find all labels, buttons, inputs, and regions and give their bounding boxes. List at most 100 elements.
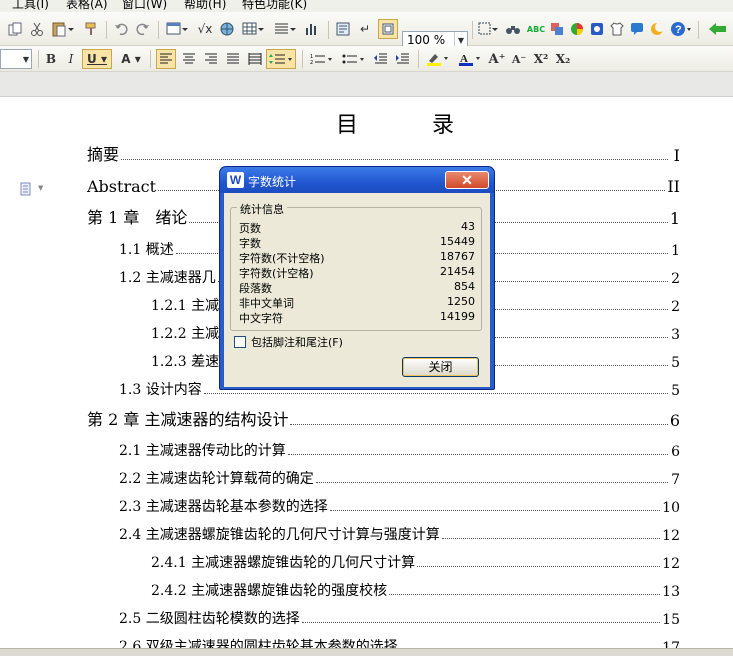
distribute-icon[interactable] [246, 49, 264, 69]
align-center-icon[interactable] [180, 49, 198, 69]
toc-page-number: 1 [669, 209, 680, 228]
stat-value: 1250 [447, 295, 475, 308]
numbering-icon[interactable]: 12 [308, 49, 336, 69]
translate-icon[interactable] [548, 19, 566, 39]
menu-help[interactable]: 帮助(H) [184, 0, 226, 12]
subscript-icon[interactable]: X₂ [554, 49, 572, 69]
show-marks-icon[interactable]: ↵ [356, 19, 374, 39]
toc-entry-text: 2.4.1 主减速器螺旋锥齿轮的几何尺寸计算 [151, 555, 416, 571]
stat-value: 854 [454, 280, 475, 293]
underline-icon[interactable]: U ▾ [82, 49, 112, 69]
undo-icon[interactable] [112, 19, 130, 39]
menu-tools[interactable]: 工具(I) [12, 0, 49, 12]
include-footnotes-option[interactable]: 包括脚注和尾注(F) [234, 335, 343, 349]
toc-entry-text: 1.2.3 差速 [151, 354, 220, 370]
copy-icon[interactable] [6, 19, 24, 39]
toc-page-number: I [673, 146, 680, 165]
stat-row: 字符数(不计空格) 18767 [239, 250, 475, 265]
back-arrow-icon[interactable] [706, 19, 730, 39]
stat-value: 14199 [440, 310, 475, 323]
status-bar [0, 648, 733, 656]
toc-entry[interactable]: 摘要 I [87, 143, 680, 165]
separator [328, 21, 329, 39]
document-icon[interactable] [20, 182, 32, 196]
close-button[interactable]: 关闭 [402, 357, 479, 377]
stat-label: 中文字符 [239, 312, 283, 325]
toc-leader-dots [315, 482, 668, 483]
stat-label: 非中文单词 [239, 297, 294, 310]
toc-entry[interactable]: 2.1 主减速器传动比的计算 6 [119, 438, 680, 460]
select-objects-icon[interactable] [476, 19, 500, 39]
superscript-icon[interactable]: X² [532, 49, 550, 69]
align-right-icon[interactable] [202, 49, 220, 69]
increase-indent-icon[interactable] [394, 49, 412, 69]
table-grid-icon[interactable] [240, 19, 266, 39]
toc-leader-dots [301, 622, 661, 623]
toc-page-number: 12 [662, 556, 680, 572]
redo-icon[interactable] [134, 19, 152, 39]
toc-entry[interactable]: 2.3 主减速器齿轮基本参数的选择 10 [119, 494, 680, 516]
svg-text:?: ? [675, 24, 682, 36]
toc-page-number: 5 [671, 383, 680, 399]
menu-table[interactable]: 表格(A) [66, 0, 108, 12]
line-spacing-icon[interactable] [266, 49, 296, 69]
stat-value: 43 [461, 220, 475, 233]
toc-entry-text: 1.3 设计内容 [119, 382, 202, 398]
spellcheck-icon[interactable]: ABC [526, 19, 546, 39]
menu-window[interactable]: 窗口(W) [122, 0, 167, 12]
toc-page-number: 15 [662, 612, 680, 628]
shrink-font-icon[interactable]: A⁻ [510, 49, 528, 69]
moon-icon[interactable] [648, 19, 666, 39]
highlight-icon[interactable] [424, 49, 452, 69]
toc-page-number: 12 [662, 528, 680, 544]
toc-entry[interactable]: 2.4.1 主减速器螺旋锥齿轮的几何尺寸计算 12 [151, 550, 680, 572]
char-shading-icon[interactable]: A ▾ [116, 49, 146, 69]
help-icon[interactable]: ? [668, 19, 694, 39]
toc-entry[interactable]: 2.4 主减速器螺旋锥齿轮的几何尺寸计算与强度计算 12 [119, 522, 680, 544]
menu-special[interactable]: 特色功能(K) [242, 0, 307, 12]
dialog-titlebar[interactable]: W 字数统计 ✕ [220, 167, 494, 193]
chevron-down-icon[interactable]: ▼ [38, 184, 43, 192]
pdf-icon[interactable] [588, 19, 606, 39]
decrease-indent-icon[interactable] [372, 49, 390, 69]
italic-icon[interactable]: I [62, 49, 80, 69]
justify-icon[interactable] [224, 49, 242, 69]
toc-leader-dots [417, 566, 661, 567]
binoculars-icon[interactable] [504, 19, 522, 39]
checkbox-label: 包括脚注和尾注(F) [251, 336, 343, 349]
insert-table-icon[interactable] [164, 19, 190, 39]
formula-icon[interactable]: √x [194, 19, 216, 39]
chat-icon[interactable] [628, 19, 646, 39]
align-left-icon[interactable] [156, 49, 176, 69]
globe-icon[interactable] [218, 19, 236, 39]
chart-icon[interactable] [302, 19, 322, 39]
font-color-icon[interactable]: A [456, 49, 484, 69]
cut-icon[interactable] [28, 19, 46, 39]
toc-entry[interactable]: 第 2 章 主减速器的结构设计 6 [87, 408, 680, 430]
toc-leader-dots [389, 594, 661, 595]
font-size-combo[interactable]: ▼ [0, 49, 32, 69]
include-footnotes-checkbox[interactable] [234, 336, 246, 348]
show-layout-icon[interactable] [378, 19, 398, 39]
document-map-icon[interactable] [334, 19, 352, 39]
toc-entry-text: Abstract [87, 177, 157, 196]
toc-entry[interactable]: 2.5 二级圆柱齿轮模数的选择 15 [119, 606, 680, 628]
toc-entry[interactable]: 2.2 主减速齿轮计算载荷的确定 7 [119, 466, 680, 488]
grow-font-icon[interactable]: A⁺ [488, 49, 506, 69]
stat-label: 字符数(不计空格) [239, 252, 325, 265]
word-count-dialog: W 字数统计 ✕ 统计信息 页数 43 字数 15449 字符数(不计空格) 18767 字… [219, 166, 495, 390]
stat-row: 页数 43 [239, 220, 475, 235]
bullets-icon[interactable] [340, 49, 368, 69]
shirt-icon[interactable] [608, 19, 626, 39]
toc-leader-dots [441, 538, 661, 539]
toc-entry[interactable]: 2.4.2 主减速器螺旋锥齿轮的强度校核 13 [151, 578, 680, 600]
paste-icon[interactable] [50, 19, 76, 39]
bold-icon[interactable]: B [42, 49, 60, 69]
columns-icon[interactable] [272, 19, 298, 39]
separator [418, 50, 419, 68]
stat-label: 字数 [239, 237, 261, 250]
colorful-circle-icon[interactable] [568, 19, 586, 39]
format-painter-icon[interactable] [82, 19, 100, 39]
stat-label: 页数 [239, 222, 261, 235]
close-icon[interactable]: ✕ [445, 171, 489, 189]
